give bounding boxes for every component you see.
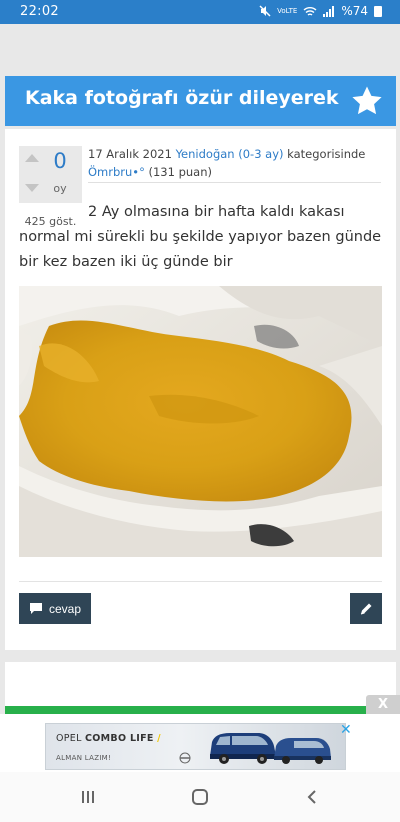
home-icon [192, 789, 208, 805]
answer-accent-bar [5, 706, 367, 714]
post-date: 17 Aralık 2021 [88, 147, 172, 161]
status-time: 22:02 [20, 4, 59, 19]
ad-info-close-icon[interactable]: ✕ [340, 723, 352, 737]
opel-logo-icon [179, 752, 191, 764]
vote-box: 0 oy [19, 146, 82, 203]
author-points: (131 puan) [148, 165, 213, 179]
vote-down-button[interactable] [25, 184, 39, 192]
mute-icon [259, 5, 271, 17]
status-icons: VoLTE %74 [259, 4, 382, 18]
volte-icon: VoLTE [277, 7, 298, 15]
van-image [210, 733, 276, 764]
vote-unit: oy [53, 182, 67, 195]
vote-count: 0 [53, 149, 67, 173]
ad-brand: OPEL [56, 733, 82, 744]
question-title-bar: Kaka fotoğrafı özür dileyerek [5, 76, 396, 126]
van-image-secondary [274, 738, 331, 764]
question-photo[interactable] [19, 286, 382, 557]
ad-tagline: ALMAN LAZIM! [56, 754, 112, 762]
battery-icon [374, 5, 382, 17]
category-link[interactable]: Yenidoğan (0-3 ay) [176, 147, 284, 161]
ad-model: COMBO LIFE [85, 733, 154, 744]
signal-icon [323, 5, 335, 17]
reply-label: cevap [48, 601, 82, 616]
reply-button[interactable]: cevap [19, 593, 91, 624]
wifi-icon [303, 6, 317, 16]
home-button[interactable] [188, 786, 212, 808]
card-divider [19, 581, 382, 582]
recent-apps-button[interactable] [76, 786, 100, 808]
pencil-icon [360, 603, 372, 614]
system-nav-bar [0, 772, 400, 822]
back-icon [307, 790, 316, 804]
question-card: 0 oy 425 göst. 17 Aralık 2021 Yenidoğan … [5, 129, 396, 650]
ad-accent-mark: / [157, 733, 161, 744]
ad-area: OPEL COMBO LIFE / ALMAN LAZIM! ✕ [0, 714, 400, 772]
status-bar: 22:02 VoLTE %74 [0, 0, 400, 24]
ad-banner[interactable]: OPEL COMBO LIFE / ALMAN LAZIM! [45, 723, 346, 770]
category-suffix: kategorisinde [287, 147, 366, 161]
ad-close-button[interactable]: X [366, 695, 400, 714]
back-button[interactable] [300, 786, 324, 808]
vote-up-button[interactable] [25, 154, 39, 162]
author-link[interactable]: Ömrbru•° [88, 165, 145, 179]
ad-title: OPEL COMBO LIFE / [56, 733, 161, 744]
battery-percent: %74 [341, 4, 368, 18]
recent-apps-icon [82, 791, 94, 803]
favorite-star-icon[interactable] [350, 84, 384, 118]
edit-button[interactable] [350, 593, 382, 624]
question-meta: 17 Aralık 2021 Yenidoğan (0-3 ay) katego… [88, 145, 381, 183]
question-body: 2 Ay olmasına bir hafta kaldı kakası nor… [19, 204, 382, 270]
question-title: Kaka fotoğrafı özür dileyerek [25, 87, 339, 109]
comment-icon [29, 603, 42, 614]
